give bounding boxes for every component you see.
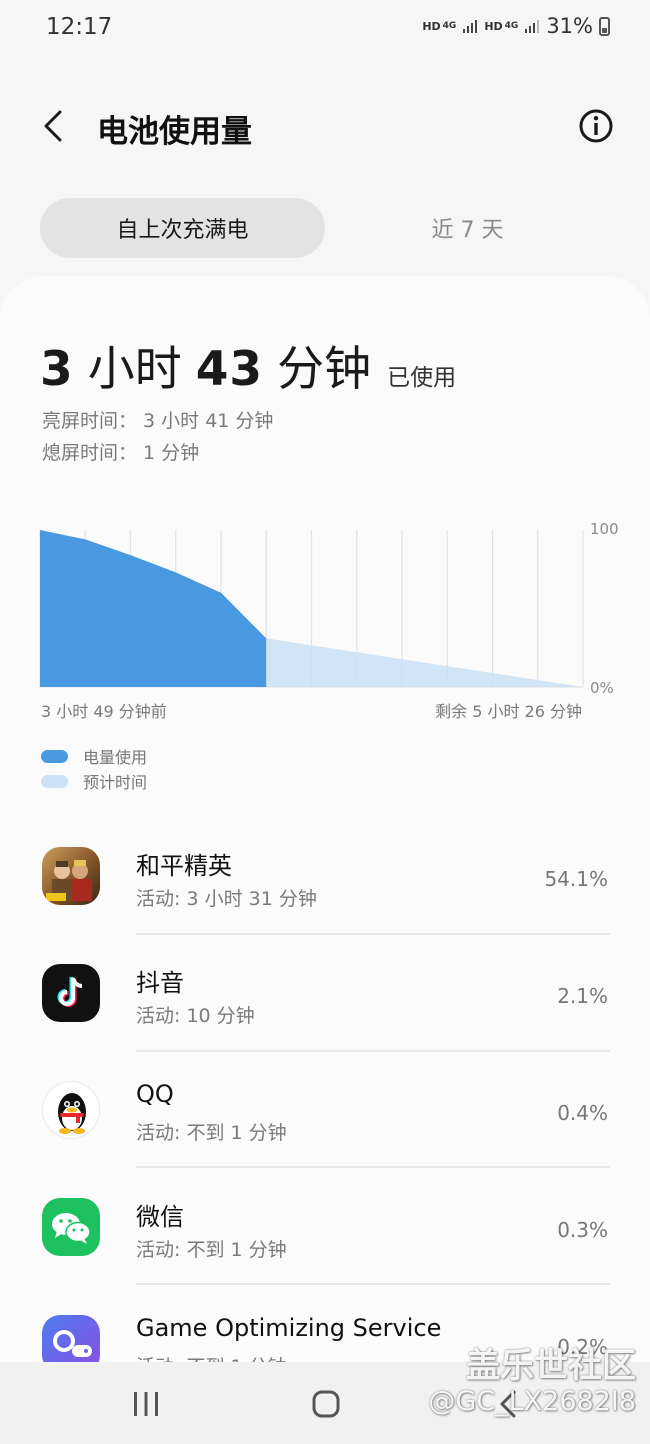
app-name: 和平精英 <box>136 852 232 880</box>
series-usage-area <box>40 530 267 687</box>
usage-suffix: 已使用 <box>387 365 457 391</box>
divider <box>136 1166 610 1168</box>
app-activity: 活动: 不到 1 分钟 <box>136 1122 287 1144</box>
game-peace-elite-icon <box>42 847 100 905</box>
recents-icon <box>134 1392 158 1416</box>
usage-minutes-unit: 分钟 <box>277 342 372 397</box>
app-percent: 0.4% <box>557 1101 608 1125</box>
y-min-label: 0% <box>590 679 614 697</box>
usage-minutes: 43 <box>195 342 264 397</box>
info-button[interactable] <box>578 108 614 144</box>
signal-icon-2 <box>525 20 540 33</box>
game-optimizing-icon <box>42 1315 100 1362</box>
usage-total: 3 小时 43 分钟 已使用 <box>40 330 456 399</box>
usage-hours: 3 <box>40 342 74 397</box>
app-activity: 活动: 不到 1 分钟 <box>136 1352 287 1362</box>
app-percent: 0.3% <box>557 1218 608 1242</box>
legend-usage-label: 电量使用 <box>83 748 148 767</box>
app-percent: 54.1% <box>544 867 608 891</box>
chevron-left-icon <box>44 110 62 142</box>
tiktok-icon <box>42 964 100 1022</box>
divider <box>136 1283 610 1285</box>
app-name: 微信 <box>136 1203 184 1231</box>
status-bar: 12:17 HD 4G HD 4G 31% <box>0 0 650 56</box>
battery-chart-svg <box>39 530 584 688</box>
home-icon <box>312 1390 340 1418</box>
y-max-label: 100 <box>590 520 619 538</box>
battery-chart: 100 0% 3 小时 49 分钟前 剩余 5 小时 26 分钟 <box>0 520 650 721</box>
wechat-icon <box>42 1198 100 1256</box>
screen-on-time: 亮屏时间： 3 小时 41 分钟 <box>42 410 274 432</box>
info-icon <box>579 109 613 143</box>
usage-hours-unit: 小时 <box>87 342 182 397</box>
home-button[interactable] <box>306 1384 346 1424</box>
app-activity: 活动: 10 分钟 <box>136 1005 255 1027</box>
divider <box>136 933 610 935</box>
app-percent: 2.1% <box>557 984 608 1008</box>
watermark-handle: @GC_LX2682I8 <box>428 1386 636 1417</box>
legend-estimate: 预计时间 <box>41 769 147 793</box>
legend-usage: 电量使用 <box>41 744 147 768</box>
legend-estimate-label: 预计时间 <box>83 773 148 792</box>
screen-off-time: 熄屏时间： 1 分钟 <box>42 442 200 464</box>
qq-penguin-icon <box>42 1081 100 1139</box>
app-activity: 活动: 3 小时 31 分钟 <box>136 888 317 910</box>
status-icons: HD 4G HD 4G 31% <box>422 14 610 38</box>
hd-label-2: HD <box>484 19 503 33</box>
app-name: Game Optimizing Service <box>136 1314 442 1342</box>
recents-button[interactable] <box>126 1384 166 1424</box>
series-estimate-area <box>266 638 583 687</box>
battery-icon <box>599 16 610 36</box>
back-button[interactable] <box>36 106 76 146</box>
page-title: 电池使用量 <box>97 114 252 150</box>
hd-label: HD <box>422 19 441 33</box>
watermark-title: 盖乐世社区 <box>466 1346 636 1386</box>
network-type-label-2: 4G <box>504 21 519 31</box>
status-time: 12:17 <box>46 14 113 40</box>
x-end-label: 剩余 5 小时 26 分钟 <box>435 702 582 721</box>
signal-icon <box>463 20 478 33</box>
tab-since-full-charge[interactable]: 自上次充满电 <box>40 198 325 258</box>
x-start-label: 3 小时 49 分钟前 <box>41 702 167 721</box>
divider <box>136 1050 610 1052</box>
app-name: 抖音 <box>136 969 184 997</box>
legend-usage-swatch <box>41 749 68 763</box>
app-activity: 活动: 不到 1 分钟 <box>136 1239 287 1261</box>
app-name: QQ <box>136 1080 174 1108</box>
app-bar: 电池使用量 <box>0 92 650 162</box>
period-tabs: 自上次充满电 近 7 天 <box>40 198 610 258</box>
battery-percent: 31% <box>546 14 593 38</box>
tab-last-7-days[interactable]: 近 7 天 <box>325 198 610 258</box>
legend-estimate-swatch <box>41 774 68 788</box>
network-type-label: 4G <box>442 21 457 31</box>
